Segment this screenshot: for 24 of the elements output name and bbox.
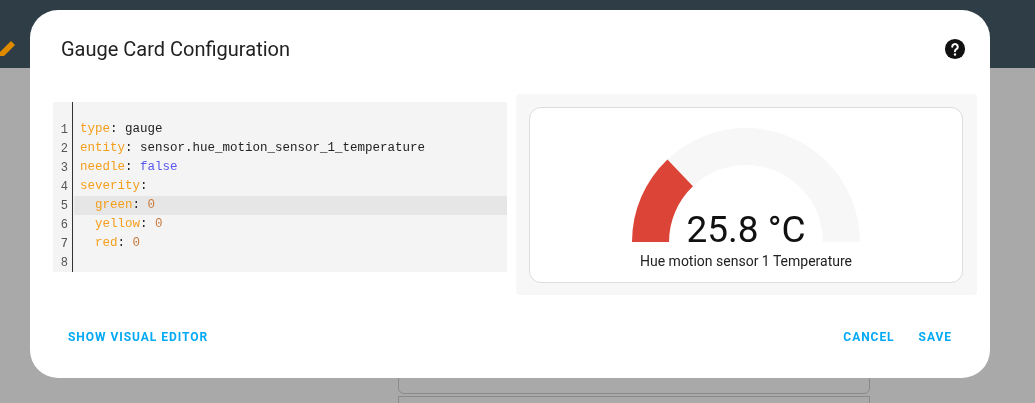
save-button[interactable]: SAVE <box>910 322 960 352</box>
line-number: 5 <box>53 196 73 215</box>
line-number: 6 <box>53 215 73 234</box>
line-number: 4 <box>53 177 73 196</box>
help-icon[interactable] <box>944 38 966 60</box>
line-number: 2 <box>53 139 73 158</box>
code-text: severity: <box>80 178 148 196</box>
line-number: 3 <box>53 158 73 177</box>
gauge-value: 25.8 °C <box>686 211 806 248</box>
code-editor[interactable]: 1 type: gauge 2 entity: sensor.hue_motion_sensor_1_temperature 3 needle: false 4 severity: 5 green: 0 6 yellow: 0 7 red: 0 8 <box>53 102 507 272</box>
line-number: 1 <box>53 120 73 139</box>
code-text: yellow: 0 <box>94 216 163 234</box>
pencil-icon <box>0 38 16 56</box>
code-text: green: 0 <box>94 197 156 215</box>
cancel-button[interactable]: CANCEL <box>835 322 903 352</box>
gauge-label: Hue motion sensor 1 Temperature <box>640 252 852 271</box>
code-text: needle: false <box>80 159 178 177</box>
code-text: type: gauge <box>80 121 163 139</box>
line-number: 7 <box>53 234 73 253</box>
dialog-title: Gauge Card Configuration <box>61 36 290 63</box>
code-text: entity: sensor.hue_motion_sensor_1_temperature <box>80 140 426 158</box>
show-editor-button[interactable]: SHOW VISUAL EDITOR <box>60 322 217 352</box>
code-text: red: 0 <box>94 235 141 253</box>
line-number: 8 <box>53 253 73 272</box>
